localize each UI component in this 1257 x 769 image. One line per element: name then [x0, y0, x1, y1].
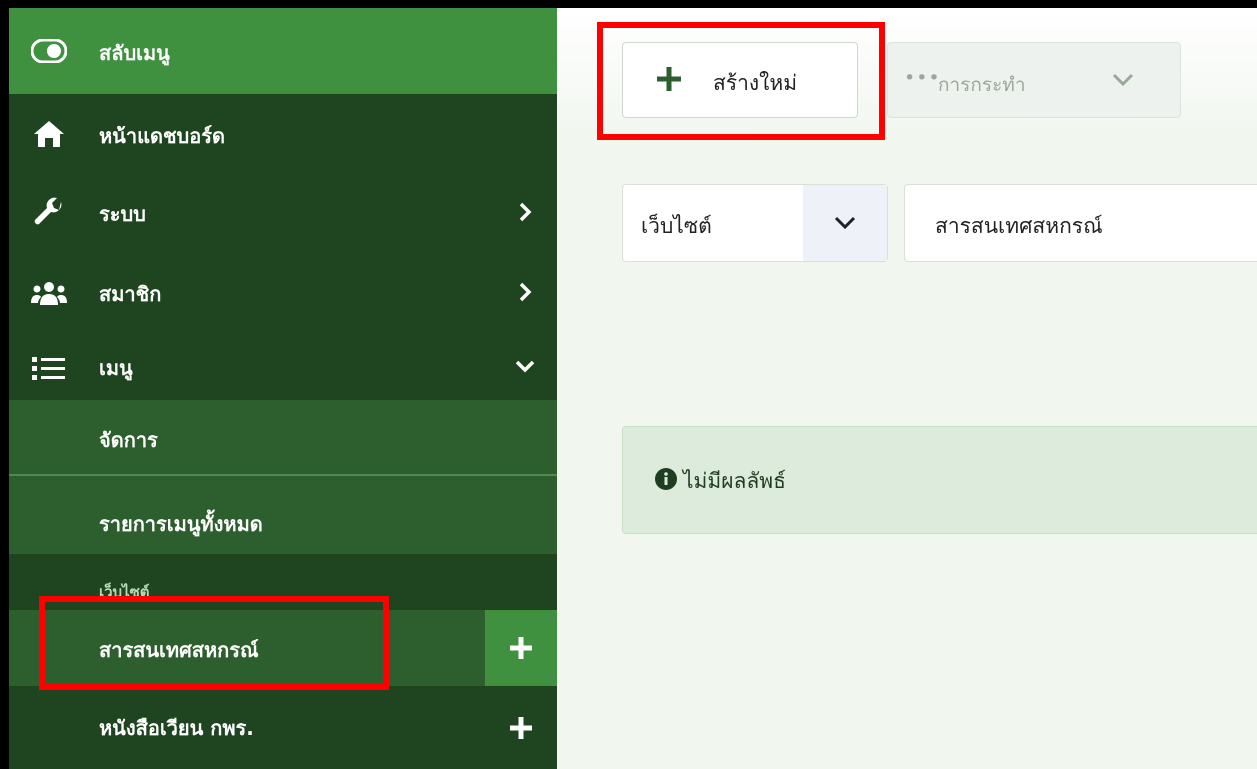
submenu-item-manage[interactable]: จัดการ — [9, 400, 557, 476]
sidebar-item-system[interactable]: ระบบ — [9, 174, 557, 254]
chevron-right-icon — [519, 202, 532, 222]
sidebar-item-label: ระบบ — [99, 202, 146, 226]
info-icon — [655, 468, 677, 490]
sidebar-item-menu[interactable]: เมนู — [9, 334, 557, 400]
site-item-label: สารสนเทศสหกรณ์ — [99, 638, 259, 662]
sidebar: สลับเมนู หน้าแดชบอร์ด ระบบ สมาชิก เมนู จ… — [9, 8, 557, 769]
sidebar-item-label: เมนู — [99, 356, 133, 380]
section-heading: เว็บไซต์ — [99, 583, 150, 601]
site-filter-label: เว็บไซต์ — [641, 214, 712, 238]
wrench-icon — [31, 197, 67, 228]
submenu-item-all-menus[interactable]: รายการเมนูทั้งหมด — [9, 478, 557, 554]
plus-icon — [510, 716, 532, 739]
chevron-down-icon — [1112, 73, 1134, 87]
chevron-right-icon — [519, 282, 532, 302]
list-icon — [31, 354, 67, 384]
add-site-item-button[interactable] — [485, 610, 557, 686]
sidebar-toggle[interactable]: สลับเมนู — [9, 8, 557, 94]
site-filter-select[interactable]: เว็บไซต์ — [622, 184, 888, 262]
no-results-message: ไม่มีผลลัพธ์ — [683, 469, 786, 493]
actions-label: การกระทำ — [938, 74, 1026, 96]
app-window: สลับเมนู หน้าแดชบอร์ด ระบบ สมาชิก เมนู จ… — [9, 8, 1257, 769]
sidebar-item-label: หน้าแดชบอร์ด — [99, 124, 225, 148]
site-value-label: สารสนเทศสหกรณ์ — [935, 214, 1103, 238]
site-item-circular[interactable]: หนังสือเวียน กพร. — [9, 686, 557, 769]
plus-icon — [510, 637, 532, 659]
submenu-item-label: รายการเมนูทั้งหมด — [99, 512, 263, 536]
site-item-info[interactable]: สารสนเทศสหกรณ์ — [9, 610, 557, 686]
sidebar-item-label: สมาชิก — [99, 282, 162, 306]
actions-dropdown[interactable]: ••• การกระทำ — [887, 42, 1181, 118]
chevron-down-icon — [834, 216, 856, 230]
new-button[interactable]: สร้างใหม่ — [622, 42, 858, 118]
users-icon — [31, 278, 67, 308]
plus-icon — [657, 67, 681, 91]
submenu-item-label: จัดการ — [99, 428, 158, 452]
filter-dropdown-toggle[interactable] — [803, 185, 887, 261]
chevron-down-icon — [515, 360, 535, 373]
add-circular-item-button[interactable] — [485, 686, 557, 769]
sidebar-item-members[interactable]: สมาชิก — [9, 254, 557, 334]
sidebar-toggle-label: สลับเมนู — [99, 41, 170, 65]
site-value-select[interactable]: สารสนเทศสหกรณ์ — [904, 184, 1257, 262]
toggle-icon — [31, 36, 67, 66]
toolbar: สร้างใหม่ ••• การกระทำ — [557, 8, 1257, 140]
main-content: สร้างใหม่ ••• การกระทำ เว็บไซต์ สารสนเทศ… — [557, 8, 1257, 769]
sidebar-item-dashboard[interactable]: หน้าแดชบอร์ด — [9, 94, 557, 174]
site-item-label: หนังสือเวียน กพร. — [99, 716, 254, 740]
ellipsis-icon: ••• — [904, 67, 941, 89]
no-results-alert: ไม่มีผลลัพธ์ — [622, 426, 1257, 534]
home-icon — [31, 119, 67, 149]
sidebar-section — [9, 554, 557, 610]
new-button-label: สร้างใหม่ — [713, 71, 798, 95]
